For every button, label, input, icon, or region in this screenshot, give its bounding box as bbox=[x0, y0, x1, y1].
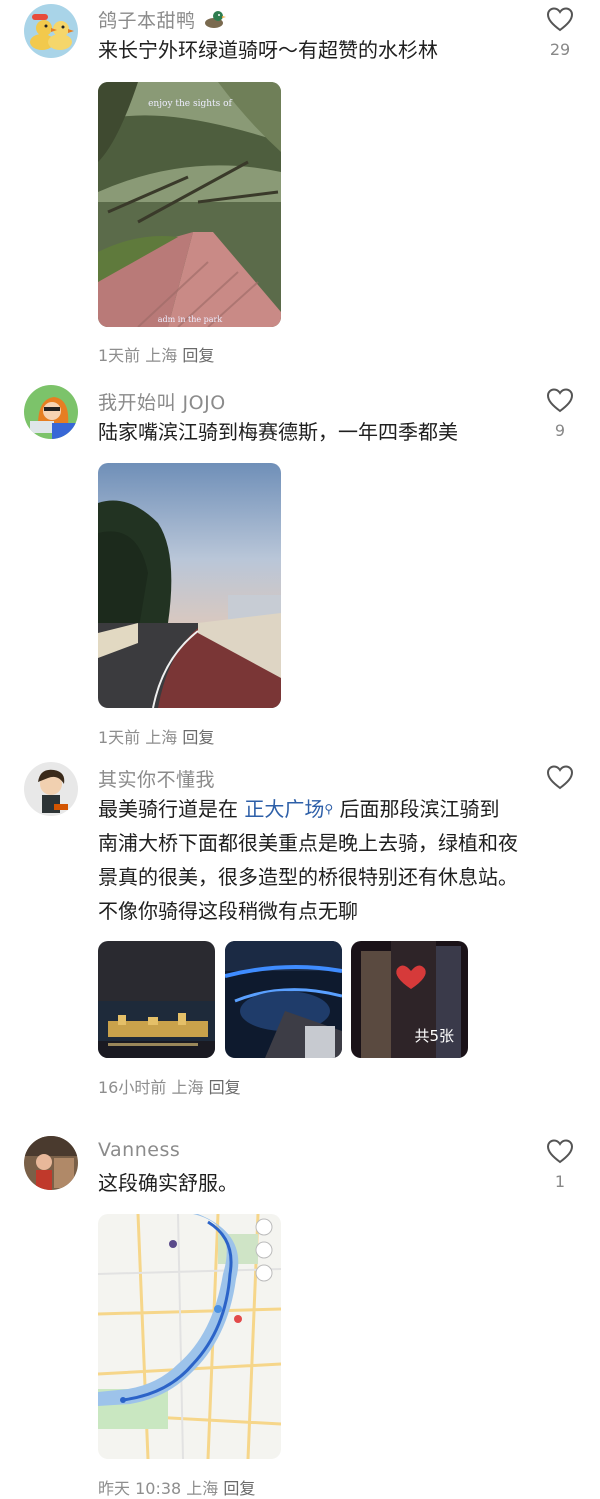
reply-button[interactable]: 回复 bbox=[182, 346, 214, 365]
comment-image[interactable] bbox=[225, 941, 342, 1058]
cartoon-boy-avatar-icon bbox=[24, 762, 78, 816]
svg-text:enjoy the sights of: enjoy the sights of bbox=[148, 99, 232, 109]
location-link[interactable]: 正大广场 bbox=[244, 797, 324, 821]
night-bridge-photo-icon bbox=[225, 941, 342, 1058]
duck-avatar-icon bbox=[24, 4, 78, 58]
like-count: 9 bbox=[554, 421, 566, 440]
heart-icon bbox=[546, 1139, 574, 1164]
riverside-bike-lane-photo-icon bbox=[98, 463, 281, 708]
reply-button[interactable]: 回复 bbox=[182, 728, 214, 747]
photo-avatar-icon bbox=[24, 1136, 78, 1190]
comment-meta: 1天前 上海 回复 bbox=[98, 724, 214, 748]
like-count: 29 bbox=[549, 40, 571, 59]
comment-image[interactable]: 共5张 bbox=[351, 941, 468, 1058]
image-count-badge: 共5张 bbox=[414, 1027, 454, 1045]
avatar[interactable] bbox=[24, 4, 78, 58]
reply-button[interactable]: 回复 bbox=[223, 1479, 255, 1498]
like-button[interactable]: 9 bbox=[541, 387, 579, 440]
like-button[interactable]: 1 bbox=[541, 1138, 579, 1191]
comment-text: 这段确实舒服。 bbox=[98, 1171, 238, 1195]
comment-text: 来长宁外环绿道骑呀～有超赞的水杉林 bbox=[98, 38, 438, 62]
username[interactable]: 我开始叫 JOJO bbox=[98, 388, 226, 415]
timestamp: 昨天 10:38 bbox=[98, 1479, 182, 1498]
heart-icon bbox=[546, 388, 574, 413]
comment-text: 陆家嘴滨江骑到梅赛德斯，一年四季都美 bbox=[98, 420, 458, 444]
svg-text:adm in the park: adm in the park bbox=[158, 315, 223, 324]
username[interactable]: Vanness bbox=[98, 1139, 180, 1161]
route-map-screenshot-icon bbox=[98, 1214, 281, 1459]
cartoon-girl-avatar-icon bbox=[24, 385, 78, 439]
location: 上海 bbox=[145, 728, 178, 747]
comment-image[interactable] bbox=[98, 1214, 281, 1459]
location: 上海 bbox=[145, 346, 178, 365]
search-icon: ⚲ bbox=[324, 802, 334, 816]
reply-button[interactable]: 回复 bbox=[209, 1078, 241, 1097]
like-button[interactable] bbox=[541, 764, 579, 790]
heart-icon bbox=[546, 7, 574, 32]
timestamp: 1天前 bbox=[98, 346, 141, 365]
username[interactable]: 其实你不懂我 bbox=[98, 765, 215, 792]
comment-image[interactable] bbox=[98, 463, 281, 708]
comment-meta: 昨天 10:38 上海 回复 bbox=[98, 1475, 255, 1499]
username[interactable]: 鸽子本甜鸭 bbox=[98, 6, 227, 35]
timestamp: 1天前 bbox=[98, 728, 141, 747]
avatar[interactable] bbox=[24, 385, 78, 439]
location: 上海 bbox=[186, 1479, 219, 1498]
comment-image[interactable] bbox=[98, 941, 215, 1058]
timestamp: 16小时前 bbox=[98, 1078, 167, 1097]
forest-path-photo-icon: enjoy the sights of adm in the park bbox=[98, 82, 281, 327]
like-button[interactable]: 29 bbox=[541, 6, 579, 59]
comment-meta: 1天前 上海 回复 bbox=[98, 342, 214, 366]
heart-icon bbox=[546, 765, 574, 790]
night-skyline-photo-icon bbox=[98, 941, 215, 1058]
location: 上海 bbox=[171, 1078, 204, 1097]
like-count: 1 bbox=[554, 1172, 566, 1191]
avatar[interactable] bbox=[24, 762, 78, 816]
duck-emoji-icon bbox=[202, 8, 227, 35]
comment-meta: 16小时前 上海 回复 bbox=[98, 1074, 241, 1098]
avatar[interactable] bbox=[24, 1136, 78, 1190]
comment-text: 最美骑行道是在 正大广场⚲ 后面那段滨江骑到南浦大桥下面都很美重点是晚上去骑，绿… bbox=[98, 797, 518, 923]
comment-image[interactable]: enjoy the sights of adm in the park bbox=[98, 82, 281, 327]
